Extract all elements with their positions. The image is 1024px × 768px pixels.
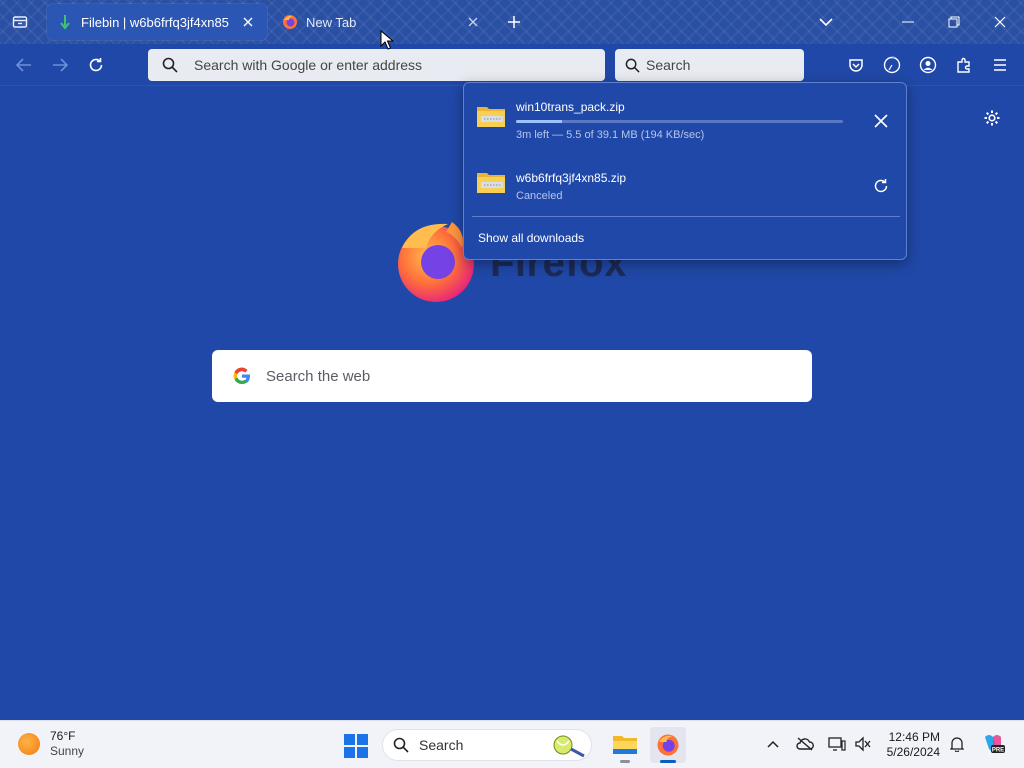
download-filename: win10trans_pack.zip	[516, 100, 625, 114]
volume-tray-button[interactable]	[852, 733, 874, 755]
address-bar[interactable]	[148, 49, 605, 81]
tab-strip: Filebin | w6b6frfq3jf4xn85 New Tab	[0, 0, 1024, 44]
tab-overview-icon	[12, 16, 28, 28]
gear-icon	[984, 110, 1000, 126]
download-arrow-icon	[57, 14, 73, 30]
app-menu-button[interactable]	[986, 51, 1014, 79]
close-icon	[994, 16, 1006, 28]
plus-icon	[508, 16, 520, 28]
display-network-icon	[828, 737, 846, 751]
pocket-button[interactable]	[842, 51, 870, 79]
tab-title: New Tab	[306, 14, 357, 30]
weather-temperature: 76°F	[50, 729, 76, 743]
sun-icon	[18, 733, 40, 755]
close-icon	[243, 17, 253, 27]
chevron-down-icon	[819, 18, 833, 27]
address-input[interactable]	[194, 57, 605, 73]
account-button[interactable]	[914, 51, 942, 79]
pocket-icon	[849, 59, 863, 72]
close-tab-button[interactable]	[239, 13, 257, 31]
retry-icon	[874, 179, 888, 193]
cancel-download-button[interactable]	[868, 108, 894, 134]
mouse-cursor-icon	[380, 30, 394, 50]
reload-button[interactable]	[82, 51, 110, 79]
windows-start-icon[interactable]	[343, 733, 369, 759]
download-progress-fill	[516, 120, 562, 123]
panel-separator	[472, 216, 900, 217]
taskbar-search-label: Search	[419, 737, 464, 753]
onedrive-tray-button[interactable]	[794, 733, 816, 755]
web-search-box[interactable]: Search the web	[212, 350, 812, 402]
search-icon	[393, 737, 409, 753]
search-highlight-icon	[553, 735, 585, 758]
bell-icon	[950, 737, 964, 752]
weather-widget[interactable]: 76°F Sunny	[18, 729, 84, 759]
tab-list-dropdown[interactable]	[812, 8, 840, 36]
new-tab-button[interactable]	[500, 8, 528, 36]
minimize-icon	[902, 21, 914, 23]
navigation-toolbar	[0, 44, 1024, 86]
svg-text:PRE: PRE	[992, 748, 1004, 754]
download-progress-icon	[883, 56, 901, 74]
clock-date: 5/26/2024	[886, 745, 940, 759]
chevron-up-icon	[767, 740, 779, 748]
downloads-panel: win10trans_pack.zip 3m left — 5.5 of 39.…	[463, 82, 907, 260]
download-item[interactable]: win10trans_pack.zip 3m left — 5.5 of 39.…	[472, 93, 900, 151]
search-icon	[625, 58, 640, 73]
tab-filebin[interactable]: Filebin | w6b6frfq3jf4xn85	[47, 4, 267, 40]
taskbar-search-box[interactable]: Search	[382, 729, 592, 761]
download-status: 3m left — 5.5 of 39.1 MB (194 KB/sec)	[516, 129, 705, 141]
weather-condition: Sunny	[50, 744, 85, 758]
cloud-offline-icon	[796, 737, 814, 751]
retry-download-button[interactable]	[868, 173, 894, 199]
copilot-button[interactable]: PRE	[980, 733, 1006, 755]
arrow-right-icon	[53, 58, 68, 72]
tab-title: Filebin | w6b6frfq3jf4xn85	[81, 14, 229, 30]
web-search-placeholder: Search the web	[266, 367, 371, 385]
taskbar-clock[interactable]: 12:46 PM 5/26/2024	[880, 730, 940, 760]
restore-icon	[948, 16, 960, 28]
speaker-muted-icon	[855, 736, 871, 752]
account-icon	[919, 56, 937, 74]
arrow-left-icon	[16, 58, 31, 72]
close-tab-button[interactable]	[464, 13, 482, 31]
restore-button[interactable]	[934, 8, 974, 36]
firefox-taskbar-button[interactable]	[650, 727, 686, 763]
hamburger-menu-icon	[994, 59, 1006, 71]
customize-new-tab-button[interactable]	[980, 106, 1004, 130]
search-input[interactable]	[646, 57, 804, 73]
zip-folder-icon	[477, 107, 505, 127]
download-item[interactable]: w6b6frfq3jf4xn85.zip Canceled	[472, 159, 900, 217]
back-button[interactable]	[10, 51, 38, 79]
copilot-icon: PRE	[985, 735, 1005, 754]
notifications-button[interactable]	[946, 733, 968, 755]
file-explorer-icon	[613, 736, 637, 754]
close-window-button[interactable]	[980, 8, 1020, 36]
firefox-icon	[657, 734, 679, 756]
search-icon	[162, 57, 178, 73]
extensions-button[interactable]	[950, 51, 978, 79]
reload-icon	[89, 58, 103, 72]
download-status: Canceled	[516, 190, 563, 202]
download-filename: w6b6frfq3jf4xn85.zip	[516, 171, 627, 185]
puzzle-icon	[957, 57, 970, 73]
taskbar: 76°F Sunny Search 12:46 PM 5/26/2024 PRE	[0, 720, 1024, 768]
google-g-icon	[233, 367, 250, 385]
forward-button[interactable]	[46, 51, 74, 79]
download-progress-bar	[516, 120, 843, 123]
list-all-tabs-button[interactable]	[6, 8, 34, 36]
downloads-button[interactable]	[878, 51, 906, 79]
firefox-icon	[282, 14, 298, 30]
zip-folder-icon	[477, 173, 505, 193]
network-tray-button[interactable]	[826, 733, 848, 755]
close-icon	[468, 17, 478, 27]
minimize-button[interactable]	[888, 8, 928, 36]
clock-time: 12:46 PM	[888, 730, 940, 744]
show-hidden-icons-button[interactable]	[762, 733, 784, 755]
file-explorer-taskbar-button[interactable]	[607, 727, 643, 763]
show-all-downloads-link[interactable]: Show all downloads	[478, 231, 584, 245]
search-bar[interactable]	[615, 49, 804, 81]
close-icon	[874, 114, 888, 128]
